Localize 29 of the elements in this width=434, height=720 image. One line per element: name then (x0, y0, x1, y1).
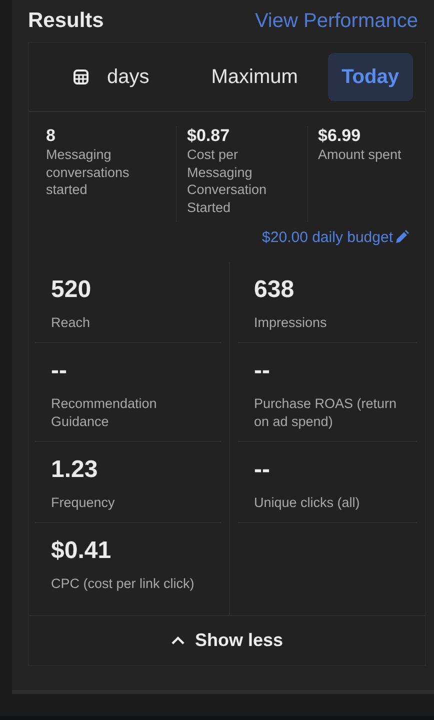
date-range-tab[interactable]: days (59, 53, 164, 101)
pencil-icon (395, 230, 409, 244)
metric-label: CPC (cost per link click) (51, 575, 196, 593)
metric-value: 1.23 (51, 456, 99, 485)
daily-budget-link[interactable]: $20.00 daily budget (262, 226, 409, 248)
metric-label: Frequency (51, 494, 116, 512)
section-title: Results (28, 9, 104, 33)
metric-label: Impressions (254, 314, 328, 332)
metric-value: $0.41 (51, 537, 112, 566)
show-less-button[interactable]: Show less (166, 626, 288, 655)
summary-label: Messaging conversations started (46, 146, 130, 198)
chevron-up-icon (170, 636, 185, 645)
metric-value: -- (254, 357, 271, 386)
date-range-tab[interactable]: Maximum (197, 53, 312, 101)
metric-label: Purchase ROAS (return on ad spend) (254, 395, 398, 431)
summary-value: 8 (46, 126, 56, 146)
metric-label: Reach (51, 314, 92, 332)
summary-label: Amount spent (318, 146, 402, 164)
metric-label: Unique clicks (all) (254, 494, 361, 512)
metric-value: 520 (51, 276, 92, 305)
metric-value: -- (254, 456, 271, 485)
view-performance-link[interactable]: View Performance (254, 10, 418, 32)
summary-label: Cost per Messaging Conversation Started (187, 146, 268, 216)
date-range-tab[interactable]: Today (328, 53, 413, 101)
metric-value: 638 (254, 276, 296, 305)
summary-value: $6.99 (318, 126, 362, 146)
metric-label: Recommendation Guidance (51, 395, 158, 431)
metric-value: -- (51, 357, 68, 386)
summary-value: $0.87 (187, 126, 231, 146)
